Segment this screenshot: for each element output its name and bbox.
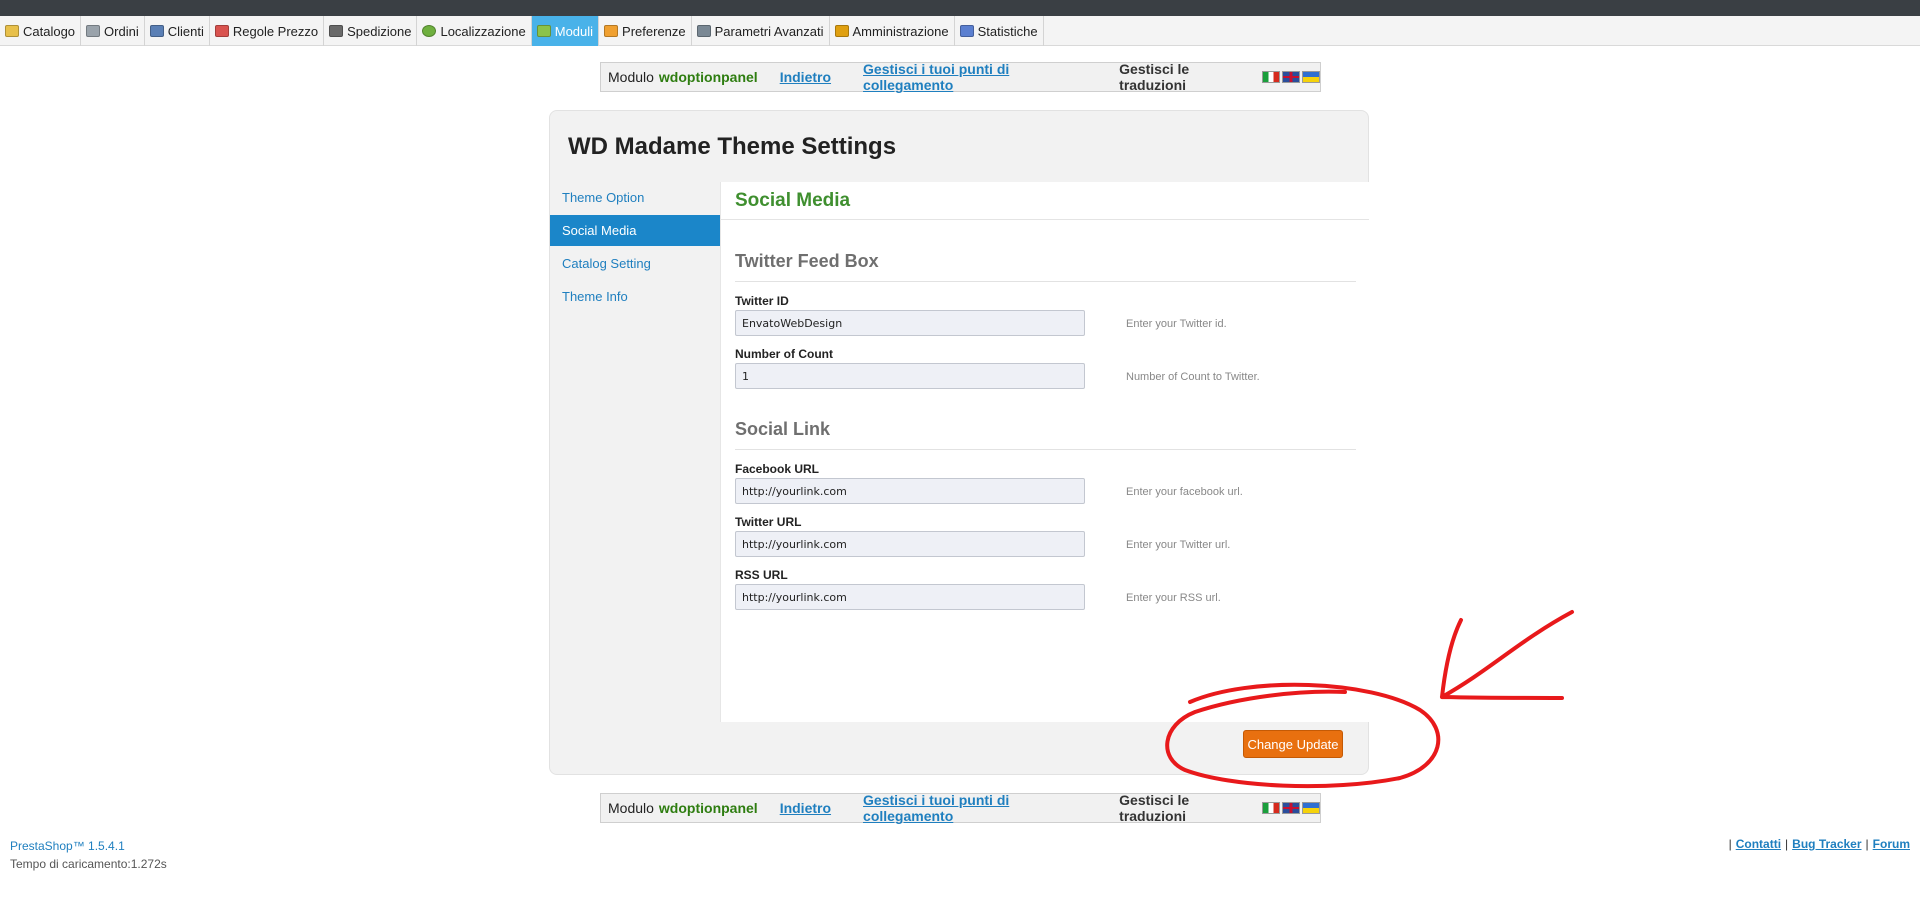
folder-icon — [5, 25, 19, 37]
twitter-id-label: Twitter ID — [735, 294, 789, 308]
rss-url-input[interactable] — [735, 584, 1085, 610]
sidebar-item-theme-info[interactable]: Theme Info — [550, 281, 720, 312]
divider — [735, 449, 1356, 450]
price-tag-icon — [214, 25, 229, 37]
menu-item-label: Amministrazione — [852, 23, 949, 39]
manage-hooks-link[interactable]: Gestisci i tuoi punti di collegamento — [863, 792, 1093, 824]
module-label: Modulo — [608, 800, 654, 816]
facebook-url-label: Facebook URL — [735, 462, 820, 476]
back-link[interactable]: Indietro — [780, 800, 831, 816]
menu-item-preferenze[interactable]: Preferenze — [599, 16, 692, 46]
footer-info: PrestaShop™ 1.5.4.1 Tempo di caricamento… — [10, 837, 167, 873]
truck-icon — [329, 25, 344, 37]
manage-hooks-link[interactable]: Gestisci i tuoi punti di collegamento — [863, 61, 1093, 93]
italian-flag-icon[interactable] — [1262, 71, 1280, 83]
count-hint: Number of Count to Twitter. — [1126, 371, 1260, 383]
module-name: wdoptionpanel — [658, 69, 758, 85]
settings-content: Social Media Twitter Feed Box Twitter ID… — [720, 182, 1369, 722]
menu-item-label: Parametri Avanzati — [714, 23, 824, 39]
sidebar-item-theme-option[interactable]: Theme Option — [550, 182, 720, 213]
menu-item-statistiche[interactable]: Statistiche — [955, 16, 1044, 46]
forum-link[interactable]: Forum — [1873, 837, 1910, 851]
menu-item-label: Catalogo — [23, 23, 76, 39]
menu-item-label: Preferenze — [622, 23, 686, 39]
load-time-text: Tempo di caricamento:1.272s — [10, 857, 167, 871]
preferences-icon — [604, 25, 619, 37]
divider — [735, 281, 1356, 282]
sidebar-item-catalog-setting[interactable]: Catalog Setting — [550, 248, 720, 279]
facebook-url-input[interactable] — [735, 478, 1085, 504]
contact-link[interactable]: Contatti — [1736, 837, 1781, 851]
section-title-twitter-feed: Twitter Feed Box — [735, 251, 879, 271]
back-link[interactable]: Indietro — [780, 69, 831, 85]
version-text: PrestaShop™ 1.5.4.1 — [10, 839, 125, 853]
flag-list — [1262, 802, 1320, 814]
menu-item-label: Ordini — [104, 23, 139, 39]
menu-item-regole-prezzo[interactable]: Regole Prezzo — [210, 16, 325, 46]
sidebar-item-social-media[interactable]: Social Media — [550, 215, 720, 246]
translations-label: Gestisci le traduzioni — [1119, 792, 1190, 824]
rss-url-label: RSS URL — [735, 568, 788, 582]
theme-settings-panel: WD Madame Theme Settings Theme Option So… — [549, 110, 1369, 775]
count-label: Number of Count — [735, 347, 833, 361]
ukrainian-flag-icon[interactable] — [1302, 71, 1320, 83]
user-icon — [149, 25, 164, 37]
puzzle-icon — [536, 25, 551, 37]
wrench-icon — [696, 25, 711, 37]
menu-item-catalogo[interactable]: Catalogo — [0, 16, 82, 46]
footer-separator: | — [1785, 837, 1789, 851]
menu-item-label: Moduli — [554, 23, 594, 39]
footer-separator: | — [1865, 837, 1869, 851]
cart-icon — [86, 25, 101, 37]
module-toolbar-top: Modulo wdoptionpanel Indietro Gestisci i… — [600, 61, 1321, 93]
translations-label: Gestisci le traduzioni — [1119, 61, 1190, 93]
menu-item-parametri-avanzati[interactable]: Parametri Avanzati — [692, 16, 830, 46]
menu-item-spedizione[interactable]: Spedizione — [324, 16, 418, 46]
content-title: Social Media — [721, 182, 1369, 220]
footer-links: | Contatti | Bug Tracker | Forum — [1729, 837, 1910, 851]
menu-item-moduli[interactable]: Moduli — [531, 16, 600, 46]
count-input[interactable] — [735, 363, 1085, 389]
twitter-id-hint: Enter your Twitter id. — [1126, 318, 1227, 330]
main-menu: Catalogo Ordini Clienti Regole Prezzo Sp… — [0, 16, 1920, 46]
globe-icon — [422, 25, 437, 37]
change-update-button[interactable]: Change Update — [1243, 730, 1343, 758]
menu-item-label: Localizzazione — [440, 23, 526, 39]
module-toolbar-bottom: Modulo wdoptionpanel Indietro Gestisci i… — [600, 792, 1321, 824]
facebook-url-hint: Enter your facebook url. — [1126, 486, 1243, 498]
key-icon — [834, 25, 849, 37]
bar-chart-icon — [959, 25, 974, 37]
menu-item-label: Spedizione — [347, 23, 412, 39]
twitter-url-label: Twitter URL — [735, 515, 802, 529]
flag-list — [1262, 71, 1320, 83]
english-flag-icon[interactable] — [1282, 802, 1300, 814]
menu-item-ordini[interactable]: Ordini — [81, 16, 145, 46]
ukrainian-flag-icon[interactable] — [1302, 802, 1320, 814]
twitter-url-input[interactable] — [735, 531, 1085, 557]
twitter-id-input[interactable] — [735, 310, 1085, 336]
menu-item-amministrazione[interactable]: Amministrazione — [830, 16, 955, 46]
page-title: WD Madame Theme Settings — [568, 133, 897, 160]
english-flag-icon[interactable] — [1282, 71, 1300, 83]
menu-item-label: Regole Prezzo — [232, 23, 319, 39]
menu-item-localizzazione[interactable]: Localizzazione — [417, 16, 532, 46]
menu-item-label: Clienti — [167, 23, 204, 39]
menu-item-label: Statistiche — [977, 23, 1038, 39]
section-title-social-link: Social Link — [735, 419, 831, 439]
top-dark-bar — [0, 0, 1920, 16]
settings-sidebar: Theme Option Social Media Catalog Settin… — [550, 182, 720, 314]
arrow-icon — [1440, 610, 1574, 700]
menu-item-clienti[interactable]: Clienti — [145, 16, 210, 46]
bug-tracker-link[interactable]: Bug Tracker — [1792, 837, 1861, 851]
module-label: Modulo — [608, 69, 654, 85]
footer-separator: | — [1728, 837, 1732, 851]
rss-url-hint: Enter your RSS url. — [1126, 592, 1221, 604]
module-name: wdoptionpanel — [658, 800, 758, 816]
twitter-url-hint: Enter your Twitter url. — [1126, 539, 1231, 551]
italian-flag-icon[interactable] — [1262, 802, 1280, 814]
